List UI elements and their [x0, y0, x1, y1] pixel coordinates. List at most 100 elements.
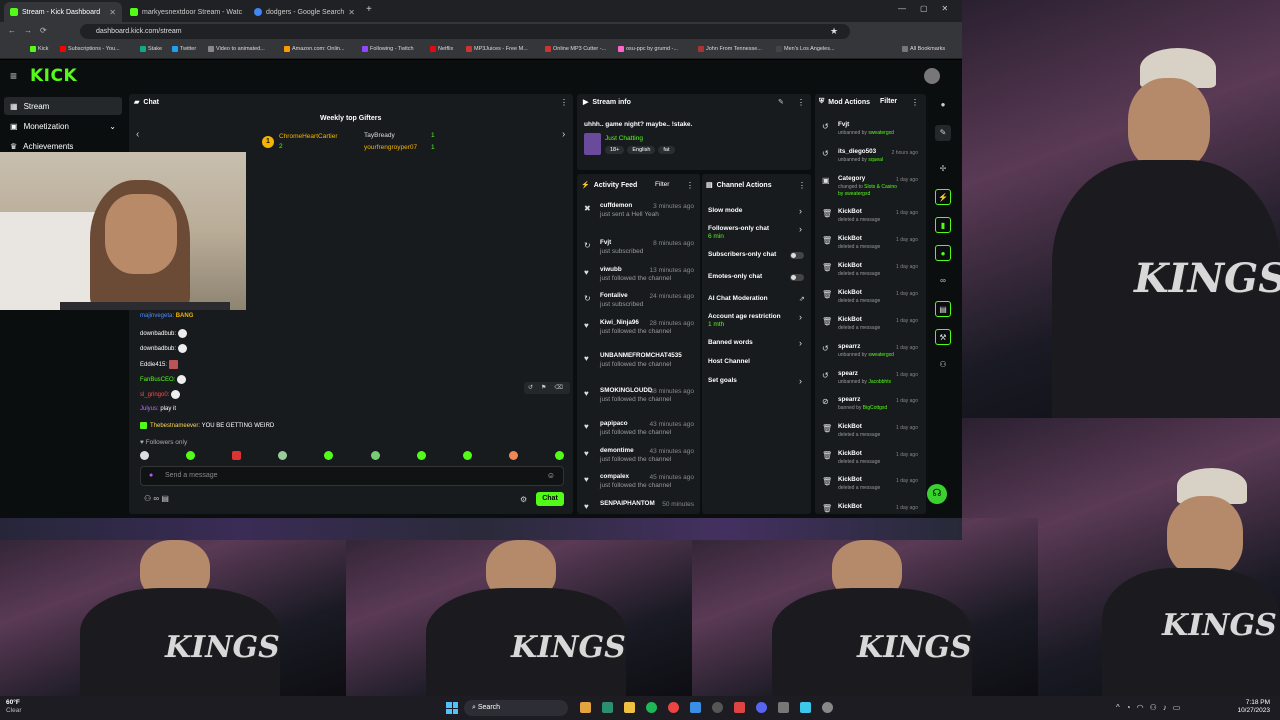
chevron-right-icon[interactable]: › [799, 376, 802, 386]
message-actions[interactable]: ↺⚑⌫ [524, 382, 570, 394]
bookmark-star-icon[interactable]: ★ [830, 26, 838, 37]
chevron-left-icon[interactable]: ‹ [136, 129, 139, 140]
chevron-right-icon[interactable]: › [562, 129, 565, 140]
mod-action-user[interactable]: its_diego503 [838, 148, 876, 155]
app-icon[interactable] [690, 702, 701, 713]
activity-user[interactable]: papipaco [600, 420, 628, 427]
toggle-switch[interactable] [790, 252, 804, 259]
hamburger-menu-icon[interactable]: ≡ [10, 69, 17, 83]
spotify-icon[interactable] [646, 702, 657, 713]
bookmark-item[interactable]: All Bookmarks [902, 46, 945, 52]
bookmark-item[interactable]: Stake [140, 46, 162, 52]
browser-tab[interactable]: markyesnextdoor Stream - Watc✕ [124, 2, 246, 22]
more-options-icon[interactable]: ⋮ [686, 181, 694, 190]
more-options-icon[interactable]: ⋮ [911, 98, 919, 107]
more-options-icon[interactable]: ⋮ [797, 98, 805, 107]
activity-user[interactable]: compalex [600, 473, 629, 480]
edit-icon[interactable]: ✎ [935, 125, 951, 141]
mod-action-user[interactable]: spearrz [838, 396, 860, 403]
clock[interactable]: 7:18 PM 10/27/2023 [1232, 699, 1270, 715]
channel-icon[interactable]: ▮ [935, 217, 951, 233]
mod-action-user[interactable]: KickBot [838, 316, 862, 323]
chat-tools-icon[interactable]: ⚇ ∞ ▤ [144, 494, 169, 503]
activity-user[interactable]: cuffdemon [600, 202, 632, 209]
bookmark-item[interactable]: Men's Los Angeles... [776, 46, 835, 52]
activity-filter-button[interactable]: Filter [655, 181, 669, 188]
category-label[interactable]: Just Chatting [605, 135, 643, 142]
bookmark-item[interactable]: Subscriptions - You... [60, 46, 120, 52]
url-field[interactable]: dashboard.kick.com/stream [80, 24, 850, 39]
app-icon[interactable] [778, 702, 789, 713]
bookmark-item[interactable]: osu-ppc by grumd -... [618, 46, 678, 52]
channel-action-label[interactable]: AI Chat Moderation [708, 295, 768, 302]
link-icon[interactable]: ∞ [935, 273, 951, 289]
start-icon[interactable] [446, 702, 458, 714]
bookmark-item[interactable]: Amazon.com: Onlin... [284, 46, 345, 52]
app-icon[interactable] [602, 702, 613, 713]
chevron-right-icon[interactable]: › [799, 338, 802, 348]
edit-icon[interactable]: ✎ [778, 98, 784, 106]
mod-action-user[interactable]: KickBot [838, 450, 862, 457]
chevron-right-icon[interactable]: › [799, 206, 802, 216]
chevron-right-icon[interactable]: › [799, 312, 802, 322]
toggle-switch[interactable] [790, 274, 804, 281]
channel-action-label[interactable]: Followers-only chat [708, 225, 769, 232]
activity-user[interactable]: demontime [600, 447, 634, 454]
bookmark-item[interactable]: Netflix [430, 46, 453, 52]
activity-user[interactable]: viwubb [600, 266, 622, 273]
sidebar-item-monetization[interactable]: ▣ Monetization ⌄ [4, 117, 122, 135]
mod-action-user[interactable]: KickBot [838, 503, 862, 510]
nodes-icon[interactable]: ⚇ [935, 357, 951, 373]
channel-action-label[interactable]: Emotes-only chat [708, 273, 762, 280]
browser-tab[interactable]: dodgers - Google Search ✕ [248, 2, 358, 22]
bookmark-item[interactable]: MP3Juices - Free M... [466, 46, 528, 52]
app-icon[interactable] [800, 702, 811, 713]
info-icon[interactable]: ● [935, 97, 951, 113]
bookmark-item[interactable]: Kick [30, 46, 48, 52]
mod-action-user[interactable]: spearrz [838, 343, 860, 350]
gifter-name[interactable]: ChromeHeartCartier [279, 133, 338, 140]
bookmark-item[interactable]: Following - Twitch [362, 46, 414, 52]
activity-user[interactable]: SMOKINGLOUDD [600, 387, 652, 394]
mod-action-user[interactable]: Fvjt [838, 121, 849, 128]
app-icon[interactable] [734, 702, 745, 713]
mod-action-user[interactable]: KickBot [838, 208, 862, 215]
mod-action-user[interactable]: KickBot [838, 476, 862, 483]
mod-action-user[interactable]: KickBot [838, 289, 862, 296]
kick-logo[interactable]: KICK [30, 66, 77, 86]
discord-icon[interactable] [756, 702, 767, 713]
channel-action-label[interactable]: Slow mode [708, 207, 742, 214]
bookmark-item[interactable]: Twitter [172, 46, 196, 52]
app-icon[interactable] [712, 702, 723, 713]
send-chat-button[interactable]: Chat [536, 492, 564, 506]
gear-icon[interactable]: ⚙ [520, 495, 527, 504]
close-icon[interactable]: ✕ [348, 8, 355, 17]
close-icon[interactable]: ✕ [109, 8, 116, 17]
external-link-icon[interactable]: ⇗ [799, 295, 805, 303]
app-icon[interactable] [580, 702, 591, 713]
browser-tab[interactable]: Stream - Kick Dashboard ✕ [4, 2, 122, 22]
channel-action-label[interactable]: Set goals [708, 377, 737, 384]
more-options-icon[interactable]: ⋮ [798, 181, 806, 190]
channel-action-label[interactable]: Account age restriction [708, 313, 781, 320]
lightning-icon[interactable]: ⚡ [935, 189, 951, 205]
nav-arrows-icon[interactable]: ←→⟳ [8, 26, 55, 35]
wrench-icon[interactable]: ⚒ [935, 329, 951, 345]
new-tab-icon[interactable]: + [366, 4, 372, 15]
mod-action-user[interactable]: KickBot [838, 262, 862, 269]
window-controls[interactable]: —▢✕ [898, 4, 962, 13]
bookmark-item[interactable]: Online MP3 Cutter -... [545, 46, 606, 52]
folder-icon[interactable] [624, 702, 635, 713]
headset-icon[interactable]: ☊ [927, 484, 947, 504]
chat-input[interactable]: ● Send a message ☺ [140, 466, 564, 486]
more-options-icon[interactable]: ⋮ [560, 98, 568, 107]
chrome-icon[interactable] [668, 702, 679, 713]
channel-action-label[interactable]: Banned words [708, 339, 753, 346]
emote-bar[interactable] [140, 451, 564, 461]
chat-icon[interactable]: ● [935, 245, 951, 261]
activity-user[interactable]: Fontalive [600, 292, 628, 299]
avatar[interactable] [924, 68, 940, 84]
mod-action-user[interactable]: spearz [838, 370, 858, 377]
channel-action-label[interactable]: Subscribers-only chat [708, 251, 776, 258]
settings-icon[interactable] [822, 702, 833, 713]
